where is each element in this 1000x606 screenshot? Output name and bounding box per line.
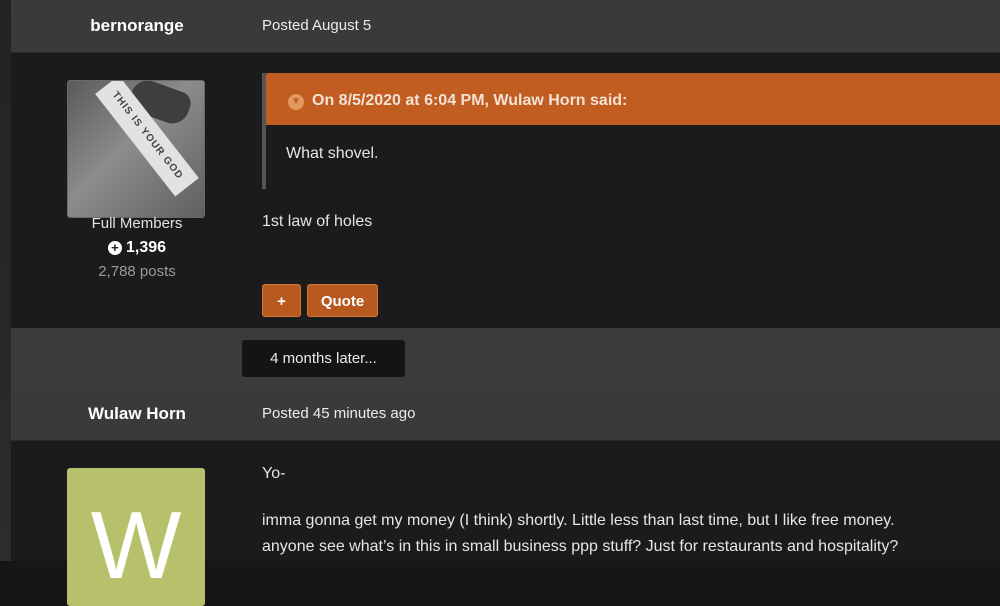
post-content-line: anyone see what’s in this in small busin… — [262, 538, 899, 555]
post-header: bernorange Posted August 5 — [11, 0, 1000, 53]
reputation-badge: +1,396 — [11, 239, 263, 257]
avatar[interactable]: W — [67, 468, 205, 606]
avatar-letter: W — [90, 492, 182, 599]
quote-header[interactable]: ▼ On 8/5/2020 at 6:04 PM, Wulaw Horn said… — [266, 73, 1000, 125]
member-group: Full Members — [91, 215, 183, 232]
post-date[interactable]: Posted August 5 — [262, 0, 371, 52]
quote-button[interactable]: Quote — [307, 284, 378, 317]
author-name-link[interactable]: Wulaw Horn — [11, 388, 263, 440]
reputation-value: 1,396 — [125, 239, 167, 256]
plus-circle-icon: + — [107, 241, 122, 255]
avatar[interactable]: THIS IS YOUR GOD — [67, 80, 205, 218]
post-date[interactable]: Posted 45 minutes ago — [262, 388, 415, 440]
author-name-link[interactable]: bernorange — [11, 0, 263, 52]
chevron-down-circle-icon[interactable]: ▼ — [288, 94, 304, 110]
post-body: THIS IS YOUR GOD Full Members +1,396 2,7… — [11, 53, 1000, 328]
time-gap-bar: 4 months later... — [11, 328, 1000, 388]
quote-text: What shovel. — [286, 145, 379, 162]
time-gap-label: 4 months later... — [242, 340, 405, 377]
post-count: 2,788 posts — [98, 263, 176, 280]
post-body: W Yo- imma gonna get my money (I think) … — [11, 441, 1000, 606]
quote-block: ▼ On 8/5/2020 at 6:04 PM, Wulaw Horn said… — [262, 73, 1000, 189]
post-content: 1st law of holes — [262, 213, 373, 230]
page-left-edge — [0, 0, 11, 561]
reaction-plus-button[interactable]: + — [262, 284, 301, 317]
quote-citation: On 8/5/2020 at 6:04 PM, Wulaw Horn said: — [312, 92, 628, 109]
post-content-line: imma gonna get my money (I think) shortl… — [262, 512, 895, 529]
post-content-line: Yo- — [262, 465, 286, 482]
post-header: Wulaw Horn Posted 45 minutes ago — [11, 388, 1000, 441]
